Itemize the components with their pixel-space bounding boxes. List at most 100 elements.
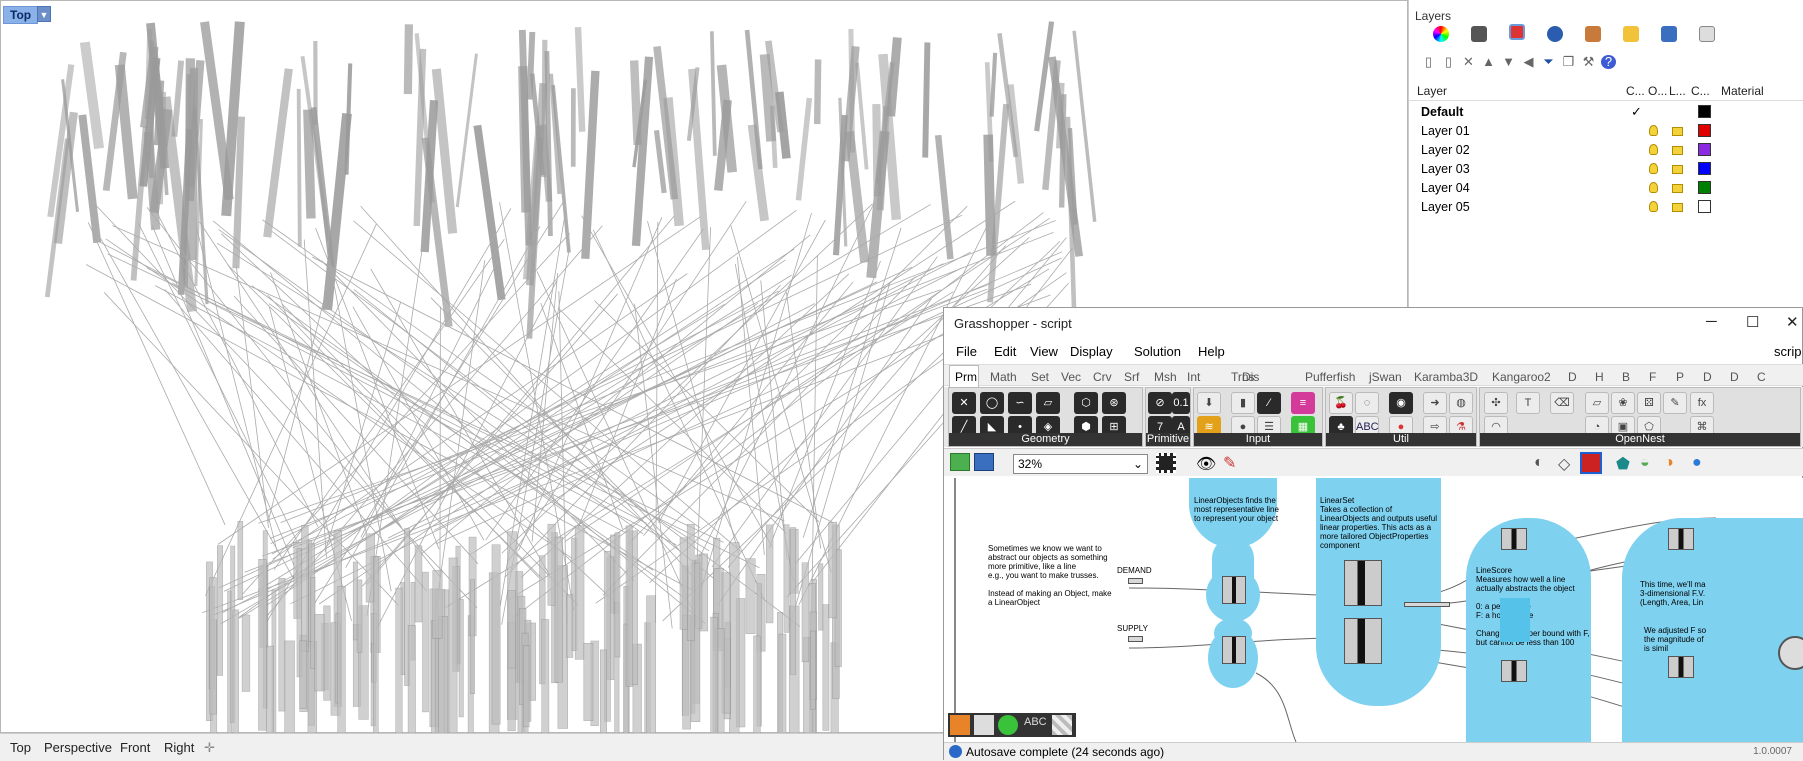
layer-row[interactable]: Layer 05 — [1409, 197, 1803, 216]
curve-param-icon[interactable]: ∽ — [1008, 392, 1032, 414]
tab-b[interactable]: B — [1622, 370, 1630, 384]
tab-srf[interactable]: Srf — [1124, 370, 1139, 384]
lightbulb-icon[interactable] — [1649, 163, 1658, 174]
number-param-icon[interactable]: 0.1 — [1172, 392, 1190, 414]
material-icon[interactable]: ◒ — [1640, 454, 1650, 472]
menu-script[interactable]: scrip — [1774, 344, 1801, 359]
tab-c[interactable]: C — [1757, 370, 1766, 384]
tab-int[interactable]: Int — [1187, 370, 1200, 384]
copy-icon[interactable]: ❐ — [1561, 55, 1576, 69]
linescore-component[interactable] — [1501, 660, 1527, 682]
delete-icon[interactable]: ✕ — [1461, 55, 1476, 69]
toggle-icon[interactable]: ▮ — [1231, 392, 1255, 414]
layer-color-swatch[interactable] — [1698, 200, 1711, 213]
menu-display[interactable]: Display — [1070, 344, 1113, 359]
tab-karamba3d[interactable]: Karamba3D — [1414, 370, 1478, 384]
color-ball-icon[interactable]: ◑ — [1664, 454, 1674, 472]
sphere-preview-icon[interactable]: ● — [1692, 454, 1702, 472]
preview-shaded-icon[interactable] — [1580, 452, 1602, 474]
lock-icon[interactable] — [1672, 127, 1683, 136]
layer-name[interactable]: Layer 05 — [1421, 200, 1470, 214]
tab-p[interactable]: P — [1676, 370, 1684, 384]
tab-h[interactable]: H — [1595, 370, 1604, 384]
tab-top[interactable]: Top — [10, 740, 31, 755]
fx-icon[interactable]: fx — [1690, 392, 1714, 414]
slider-component[interactable] — [1404, 602, 1450, 607]
tab-prm[interactable]: Prm — [955, 370, 977, 384]
dice-icon[interactable]: ⚄ — [1637, 392, 1661, 414]
hammer-icon[interactable] — [950, 715, 970, 735]
layer-color-swatch[interactable] — [1698, 143, 1711, 156]
lightbulb-icon[interactable] — [1649, 201, 1658, 212]
layer-color-swatch[interactable] — [1698, 181, 1711, 194]
linearset-component[interactable] — [1344, 560, 1382, 606]
tab-math[interactable]: Math — [990, 370, 1017, 384]
layer-row[interactable]: Layer 01 — [1409, 121, 1803, 140]
lock-icon[interactable] — [1672, 146, 1683, 155]
viewport-menu-dropdown-icon[interactable]: ▼ — [37, 6, 51, 22]
document-icon[interactable] — [1699, 26, 1715, 42]
save-file-icon[interactable] — [974, 453, 994, 471]
mesh-param-icon[interactable]: ⊛ — [1102, 392, 1126, 414]
zoom-select[interactable]: 32%⌄ — [1013, 454, 1148, 474]
linearobject-component[interactable] — [1222, 636, 1246, 664]
cherry-icon[interactable]: 🍒 — [1329, 392, 1353, 414]
tab-msh[interactable]: Msh — [1154, 370, 1177, 384]
menu-file[interactable]: File — [956, 344, 977, 359]
circles-icon[interactable]: ❀ — [1611, 392, 1635, 414]
layer-name[interactable]: Layer 04 — [1421, 181, 1470, 195]
layer-row[interactable]: Layer 02 — [1409, 140, 1803, 159]
open-file-icon[interactable] — [950, 453, 970, 471]
zoom-extents-icon[interactable] — [1156, 453, 1176, 473]
layer-row[interactable]: Layer 03 — [1409, 159, 1803, 178]
tab-crv[interactable]: Crv — [1093, 370, 1112, 384]
header-on[interactable]: O... — [1648, 84, 1667, 98]
layer-color-swatch[interactable] — [1698, 124, 1711, 137]
fan-icon[interactable]: ✣ — [1484, 392, 1508, 414]
layer-name[interactable]: Default — [1421, 105, 1463, 119]
layer-row-default[interactable]: Default ✓ — [1409, 102, 1803, 121]
tab-d2[interactable]: D — [1703, 370, 1712, 384]
geometry-icon[interactable]: ✕ — [952, 392, 976, 414]
preview-mode-icon[interactable]: ◐ — [1534, 454, 1544, 472]
linescore-component[interactable] — [1501, 528, 1527, 550]
header-material[interactable]: Material — [1721, 84, 1764, 98]
layer-name[interactable]: Layer 01 — [1421, 124, 1470, 138]
surface-param-icon[interactable]: ▱ — [1036, 392, 1060, 414]
demand-param[interactable] — [1128, 578, 1143, 584]
viewport-name-tag[interactable]: Top — [3, 6, 38, 24]
lightbulb-icon[interactable] — [1649, 182, 1658, 193]
tab-vec[interactable]: Vec — [1061, 370, 1081, 384]
linearset-component[interactable] — [1344, 618, 1382, 664]
value-list-icon[interactable]: ≡ — [1291, 392, 1315, 414]
loop-icon[interactable]: ◌ — [1355, 392, 1379, 414]
group-label[interactable]: Geometry — [949, 433, 1142, 446]
header-color[interactable]: C... — [1691, 84, 1710, 98]
lightbulb-icon[interactable] — [1649, 125, 1658, 136]
lock-icon[interactable] — [1672, 165, 1683, 174]
header-current[interactable]: C... — [1626, 84, 1645, 98]
sphere-icon[interactable] — [998, 715, 1018, 735]
box-param-icon[interactable]: ⬡ — [1074, 392, 1098, 414]
display-icon[interactable] — [1661, 26, 1677, 42]
move-down-icon[interactable]: ▼ — [1501, 55, 1516, 69]
tab-kangaroo2[interactable]: Kangaroo2 — [1492, 370, 1551, 384]
shape-icon[interactable]: ✎ — [1663, 392, 1687, 414]
tab-set[interactable]: Set — [1031, 370, 1049, 384]
lightbulb-icon[interactable] — [1649, 144, 1658, 155]
move-parent-icon[interactable]: ◀ — [1521, 55, 1536, 69]
layers-icon[interactable] — [1509, 24, 1525, 40]
maximize-icon[interactable]: ☐ — [1746, 313, 1759, 331]
menu-view[interactable]: View — [1030, 344, 1058, 359]
tab-f[interactable]: F — [1649, 370, 1656, 384]
linearobject-component[interactable] — [1222, 576, 1246, 604]
sketch-pen-icon[interactable]: ✎ — [1223, 453, 1236, 473]
component-right[interactable] — [1668, 528, 1694, 550]
supply-param[interactable] — [1128, 636, 1143, 642]
tab-perspective[interactable]: Perspective — [44, 740, 112, 755]
text-tool-icon[interactable]: T — [1516, 392, 1540, 414]
new-sublayer-icon[interactable]: ▯ — [1441, 55, 1456, 69]
header-layer[interactable]: Layer — [1417, 84, 1447, 98]
component-right[interactable] — [1668, 656, 1694, 678]
preview-eye-icon[interactable]: 👁 — [1196, 454, 1216, 474]
